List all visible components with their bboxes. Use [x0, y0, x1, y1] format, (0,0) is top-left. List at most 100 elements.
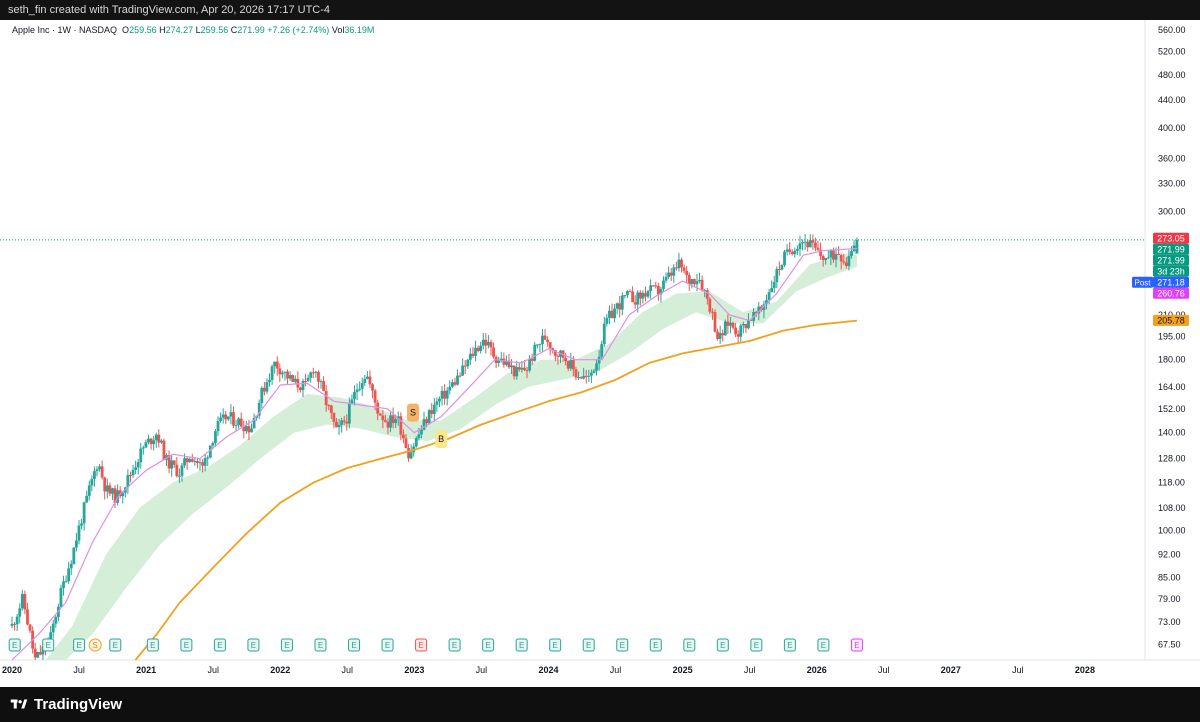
- candle-body: [808, 240, 812, 248]
- candle-body: [141, 447, 145, 449]
- candle-body: [414, 438, 418, 447]
- candle-body: [85, 495, 89, 503]
- candle-body: [407, 448, 410, 459]
- candle-body: [131, 469, 135, 476]
- event-label: E: [854, 641, 859, 650]
- candle-body: [15, 616, 19, 625]
- price-tag-label: 271.99: [1157, 255, 1185, 265]
- candle-body: [674, 267, 678, 269]
- candle-body: [136, 462, 140, 468]
- candle-body: [520, 367, 524, 370]
- candle-body: [291, 375, 295, 382]
- candle-body: [569, 360, 573, 369]
- event-label: E: [687, 641, 692, 650]
- price-chart[interactable]: 560.00 520.00 480.00 440.00 400.00 360.00 330.…: [0, 20, 1200, 687]
- candle-body: [206, 457, 210, 459]
- candle-body: [615, 303, 619, 309]
- symbol-label: Apple Inc · 1W · NASDAQ: [12, 25, 118, 35]
- candle-body: [623, 295, 627, 297]
- candle-body: [72, 547, 76, 564]
- event-label: E: [318, 641, 323, 650]
- chart-area[interactable]: 560.00 520.00 480.00 440.00 400.00 360.00 330.…: [0, 20, 1200, 687]
- candle-body: [175, 464, 179, 477]
- candle-body: [729, 322, 732, 326]
- candle-body: [677, 259, 681, 269]
- candle-body: [739, 325, 743, 337]
- candle-body: [548, 342, 552, 349]
- y-tick-label: 118.00: [1158, 477, 1185, 487]
- brand-name: TradingView: [34, 695, 123, 713]
- candle-body: [224, 414, 228, 420]
- low-value: 259.56: [200, 25, 229, 35]
- candle-body: [680, 259, 683, 268]
- candle-body: [69, 563, 73, 569]
- candle-body: [427, 410, 431, 424]
- close-value: 271.99: [237, 25, 265, 35]
- candle-body: [525, 370, 529, 372]
- x-tick-label: 2022: [270, 665, 290, 675]
- x-tick-label: 2027: [941, 665, 961, 675]
- candle-body: [345, 421, 349, 424]
- candle-body: [651, 285, 655, 287]
- candle-body: [690, 278, 694, 284]
- y-tick-label: 330.00: [1158, 179, 1186, 189]
- candle-body: [608, 310, 611, 318]
- candle-body: [523, 367, 526, 371]
- candle-body: [571, 360, 575, 370]
- event-label: E: [217, 641, 222, 650]
- candle-body: [152, 440, 156, 445]
- x-tick-label: Jul: [878, 665, 890, 675]
- high-value: 274.27: [165, 25, 194, 35]
- tradingview-brand[interactable]: TradingView: [10, 695, 122, 713]
- candle-body: [394, 419, 398, 424]
- y-tick-label: 400.00: [1158, 123, 1186, 133]
- candle-body: [26, 609, 29, 625]
- candle-body: [466, 359, 470, 367]
- candle-body: [139, 448, 143, 463]
- candle-body: [432, 404, 436, 414]
- x-tick-label: Jul: [610, 665, 622, 675]
- candle-body: [162, 440, 166, 460]
- chart-credit: seth_fin created with TradingView.com, A…: [8, 4, 331, 16]
- candle-body: [33, 648, 37, 658]
- candle-body: [144, 442, 148, 448]
- event-label: E: [76, 641, 81, 650]
- y-tick-label: 180.00: [1158, 355, 1186, 365]
- last-candle-body: [855, 239, 859, 254]
- candle-body: [95, 469, 99, 472]
- candle-body: [448, 386, 452, 391]
- candle-body: [844, 262, 848, 266]
- candle-body: [577, 377, 580, 379]
- candle-body: [417, 434, 421, 439]
- candle-body: [654, 285, 658, 287]
- candle-body: [785, 249, 789, 252]
- event-label: E: [150, 641, 155, 650]
- candle-body: [283, 371, 287, 373]
- candle-body: [262, 387, 266, 392]
- candle-body: [453, 382, 457, 385]
- event-label: E: [620, 641, 625, 650]
- candle-body: [157, 434, 161, 443]
- candle-body: [824, 257, 828, 261]
- x-tick-label: 2025: [673, 665, 693, 675]
- event-label: E: [485, 641, 490, 650]
- y-tick-label: 92.00: [1158, 550, 1181, 560]
- candle-body: [605, 317, 609, 324]
- candle-body: [203, 458, 207, 466]
- candle-body: [479, 345, 483, 351]
- event-label: E: [12, 641, 17, 650]
- candle-body: [324, 390, 328, 406]
- candle-body: [672, 267, 676, 276]
- candle-body: [371, 384, 374, 391]
- candle-body: [618, 303, 622, 310]
- candle-body: [270, 366, 274, 380]
- candle-body: [74, 540, 78, 548]
- candle-body: [301, 381, 305, 391]
- event-label: E: [113, 641, 118, 650]
- candle-body: [662, 280, 665, 289]
- candle-body: [628, 291, 632, 293]
- candle-body: [626, 291, 629, 296]
- candle-body: [803, 241, 807, 243]
- candle-body: [489, 341, 493, 348]
- candle-body: [546, 339, 550, 343]
